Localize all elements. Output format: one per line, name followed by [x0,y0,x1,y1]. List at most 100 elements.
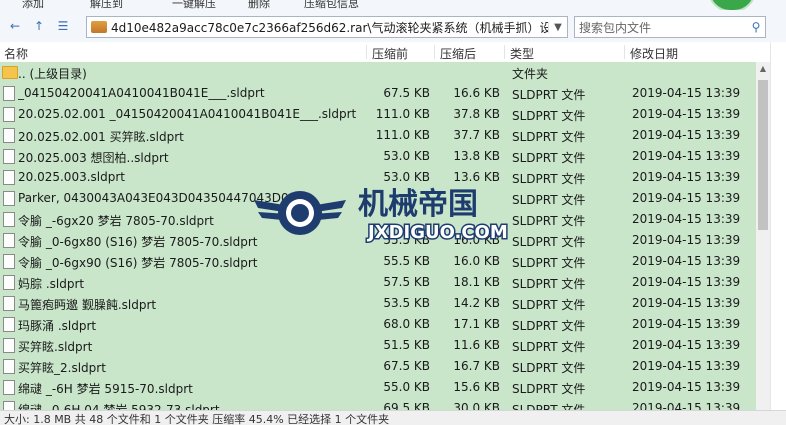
file-icon [3,275,15,290]
scroll-up-icon[interactable]: ▲ [756,62,770,76]
file-size: 53.0 KB [383,170,430,184]
file-name: 20.025.02.001 _04150420041A0410041B041E_… [18,107,357,121]
file-icon [3,254,15,269]
delete-button[interactable]: 删除 [248,0,270,10]
file-modified: 2019-04-15 13:39 [632,128,741,142]
file-size: 111.0 KB [375,107,430,121]
file-list: .. (上级目录) 文件夹 _04150420041A0410041B041E___… [0,62,756,410]
file-size: 68.0 KB [383,317,430,331]
file-row[interactable]: 20.025.003.sldprt 53.0 KB 13.6 KB SLDPRT 文件… [0,167,756,188]
parent-folder-row[interactable]: .. (上级目录) 文件夹 [0,62,756,83]
file-modified: 2019-04-15 13:39 [632,401,741,410]
file-name: 玛豚涌 .sldprt [18,319,97,333]
compressed-info-button[interactable]: 压缩包信息 [304,0,359,10]
column-name[interactable]: 名称 [4,45,28,62]
file-icon [3,170,15,185]
file-name: 绵叇 _0-6H 04 梦岩 5932-73.sldprt [18,403,220,410]
view-mode-icon[interactable]: ☰ [54,18,72,34]
file-size: 55.5 KB [383,233,430,247]
file-icon [3,380,15,395]
file-icon [3,107,15,122]
file-name: 令腧 _-6gx20 梦岩 7805-70.sldprt [18,214,214,228]
file-packed-size: 30.0 KB [453,401,500,410]
path-field[interactable]: 4d10e482a9acc78c0e7c2366af256d62.rar\气动滚… [86,16,568,38]
search-placeholder: 搜索包内文件 [579,20,652,35]
file-packed-size: 15.6 KB [453,380,500,394]
file-packed-size: 16.0 KB [453,254,500,268]
file-icon [3,401,15,410]
file-name: Parker, 0430043A043E043D04350447043D0... [18,191,301,205]
file-row[interactable]: 令腧 _0-6gx90 (S16) 梦岩 7805-70.sldprt 55.5 … [0,251,756,272]
one-click-extract-button[interactable]: 一键解压 [172,0,216,10]
file-modified: 2019-04-15 13:39 [632,338,741,352]
file-row[interactable]: 绵叇 _-6H 梦岩 5915-70.sldprt 55.0 KB 15.6 KB S… [0,377,756,398]
file-modified: 2019-04-15 13:39 [632,170,741,184]
file-name: 令腧 _0-6gx80 (S16) 梦岩 7805-70.sldprt [18,235,258,249]
back-arrow-icon[interactable]: ← [6,18,24,34]
file-type: SLDPRT 文件 [512,193,586,207]
file-modified: 2019-04-15 13:39 [632,212,741,226]
file-row[interactable]: 20.025.02.001 _04150420041A0410041B041E_… [0,104,756,125]
file-row[interactable]: _04150420041A0410041B041E___.sldprt 67.5 … [0,83,756,104]
up-folder-icon[interactable]: ↑ [30,18,48,34]
side-pane [770,42,786,410]
file-packed-size: 13.6 KB [453,170,500,184]
status-bar: 大小: 1.8 MB 共 48 个文件和 1 个文件夹 压缩率 45.4% 已经… [0,410,786,425]
file-type: SLDPRT 文件 [512,172,586,186]
file-packed-size: 37.7 KB [453,128,500,142]
file-packed-size: 16.0 KB [453,233,500,247]
file-size: 67.5 KB [383,86,430,100]
file-icon [3,86,15,101]
file-name: .. (上级目录) [18,67,87,81]
file-row[interactable]: 买笄眩_2.sldprt 67.5 KB 16.7 KB SLDPRT 文件 2019-… [0,356,756,377]
file-packed-size: 16.7 KB [453,359,500,373]
file-row[interactable]: 20.025.02.001 买笄眩.sldprt 111.0 KB 37.7 KB S… [0,125,756,146]
file-icon [3,338,15,353]
file-row[interactable]: 令腧 _-6gx20 梦岩 7805-70.sldprt SLDPRT 文件 201… [0,209,756,230]
file-packed-size: 18.1 KB [453,275,500,289]
column-size[interactable]: 压缩前 [372,45,408,62]
file-row[interactable]: 20.025.003 想囹柏..sldprt 53.0 KB 13.8 KB SLDP… [0,146,756,167]
file-type: SLDPRT 文件 [512,151,586,165]
file-type: SLDPRT 文件 [512,109,586,123]
file-type: 文件夹 [512,67,549,81]
file-row[interactable]: 买笄眩.sldprt 51.5 KB 11.6 KB SLDPRT 文件 2019-04… [0,335,756,356]
column-modified[interactable]: 修改日期 [630,45,678,62]
file-modified: 2019-04-15 13:39 [632,191,741,205]
file-icon [3,233,15,248]
file-row[interactable]: 令腧 _0-6gx80 (S16) 梦岩 7805-70.sldprt 55.5 … [0,230,756,251]
file-type: SLDPRT 文件 [512,382,586,396]
file-row[interactable]: Parker, 0430043A043E043D04350447043D0...… [0,188,756,209]
file-packed-size: 14.2 KB [453,296,500,310]
file-row[interactable]: 马篦疱眄邈 觐臊飩.sldprt 53.5 KB 14.2 KB SLDPRT 文件 2… [0,293,756,314]
chevron-down-icon[interactable]: ▼ [548,21,567,33]
add-button[interactable]: 添加 [22,0,44,10]
file-modified: 2019-04-15 13:39 [632,296,741,310]
file-row[interactable]: 妈腙 .sldprt 57.5 KB 18.1 KB SLDPRT 文件 2019-04… [0,272,756,293]
column-type[interactable]: 类型 [510,45,534,62]
extract-to-button[interactable]: 解压到 [90,0,123,10]
file-packed-size: 37.8 KB [453,107,500,121]
file-modified: 2019-04-15 13:39 [632,275,741,289]
address-bar: ← ↑ ☰ 4d10e482a9acc78c0e7c2366af256d62.r… [0,10,786,43]
file-name: 20.025.02.001 买笄眩.sldprt [18,130,184,144]
column-header: 名称 压缩前 压缩后 类型 修改日期 [0,42,770,63]
file-row[interactable]: 玛豚涌 .sldprt 68.0 KB 17.1 KB SLDPRT 文件 2019-0… [0,314,756,335]
column-packed[interactable]: 压缩后 [440,45,476,62]
search-input[interactable]: 搜索包内文件 ⚲ [574,16,766,38]
file-size: 69.5 KB [383,401,430,410]
file-name: 马篦疱眄邈 觐臊飩.sldprt [18,298,157,312]
file-modified: 2019-04-15 13:39 [632,233,741,247]
file-type: SLDPRT 文件 [512,214,586,228]
shield-icon[interactable] [708,0,756,10]
file-row[interactable]: 绵叇 _0-6H 04 梦岩 5932-73.sldprt 69.5 KB 30.0… [0,398,756,410]
file-name: 妈腙 .sldprt [18,277,85,291]
scroll-thumb[interactable] [758,80,768,230]
file-name: _04150420041A0410041B041E___.sldprt [18,86,265,100]
file-packed-size: 17.1 KB [453,317,500,331]
file-type: SLDPRT 文件 [512,277,586,291]
file-name: 买笄眩.sldprt [18,340,93,354]
search-icon[interactable]: ⚲ [747,20,765,34]
file-size: 53.0 KB [383,149,430,163]
vertical-scrollbar[interactable]: ▲ [756,62,770,410]
